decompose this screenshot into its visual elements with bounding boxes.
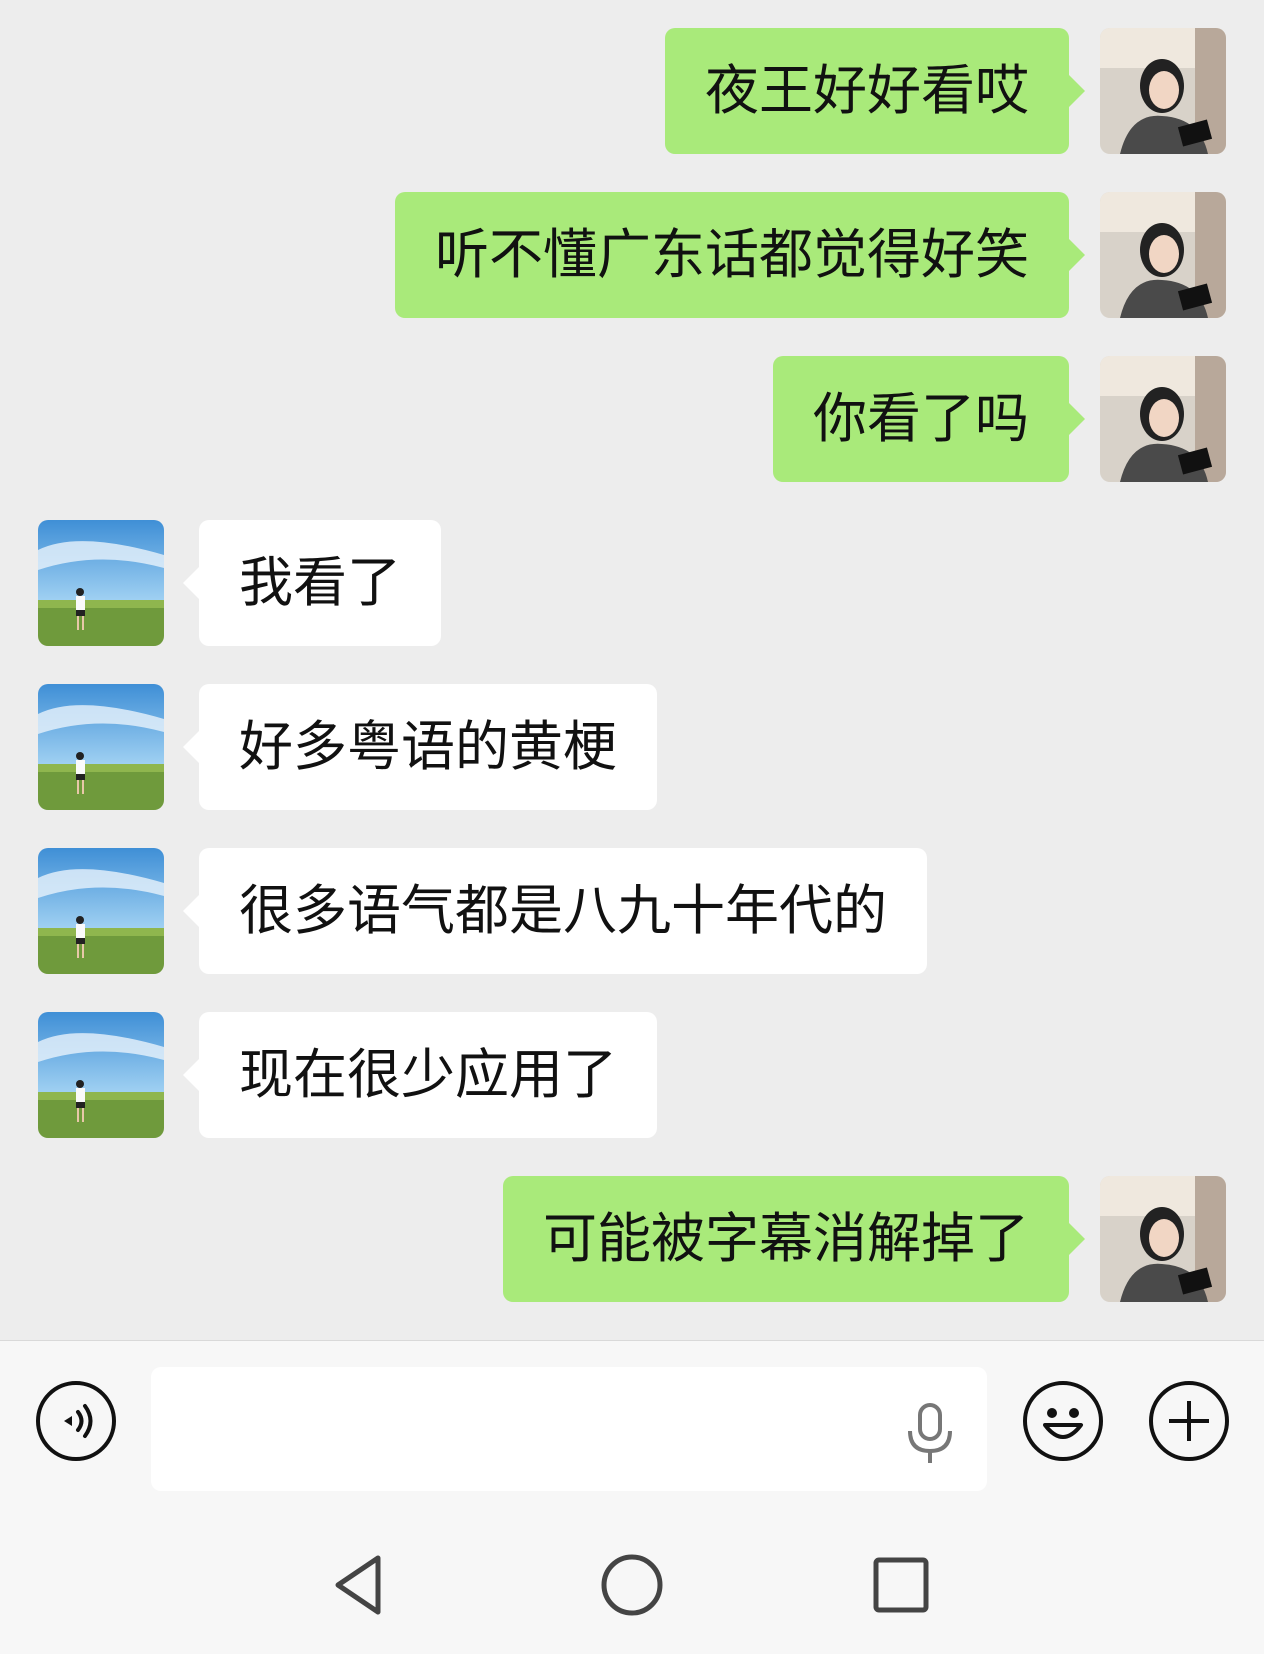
message-incoming: 现在很少应用了 xyxy=(0,1012,1264,1138)
chat-area: 夜王好好看哎 听不懂广东话都觉得好笑 你看了吗 我看了 好多粤语的黄梗 很多语气… xyxy=(0,0,1264,1340)
back-button[interactable] xyxy=(326,1550,396,1620)
contact-avatar[interactable] xyxy=(38,848,164,974)
message-bubble[interactable]: 现在很少应用了 xyxy=(183,1012,657,1138)
message-incoming: 很多语气都是八九十年代的 xyxy=(0,848,1264,974)
emoji-icon xyxy=(1023,1381,1103,1461)
system-nav-bar xyxy=(0,1500,1264,1654)
contact-avatar[interactable] xyxy=(38,520,164,646)
message-incoming: 好多粤语的黄梗 xyxy=(0,684,1264,810)
user-avatar[interactable] xyxy=(1100,192,1226,318)
user-avatar[interactable] xyxy=(1100,28,1226,154)
back-triangle-icon xyxy=(335,1555,381,1615)
recents-square-icon xyxy=(873,1557,929,1613)
home-circle-icon xyxy=(601,1554,663,1616)
more-button[interactable] xyxy=(1147,1379,1231,1463)
message-bubble[interactable]: 夜王好好看哎 xyxy=(665,28,1085,154)
recents-button[interactable] xyxy=(866,1550,936,1620)
message-bubble[interactable]: 听不懂广东话都觉得好笑 xyxy=(395,192,1085,318)
plus-icon xyxy=(1149,1381,1229,1461)
voice-mode-button[interactable] xyxy=(34,1379,118,1463)
user-avatar[interactable] xyxy=(1100,356,1226,482)
user-avatar[interactable] xyxy=(1100,1176,1226,1302)
message-outgoing: 夜王好好看哎 xyxy=(0,28,1264,154)
message-bubble[interactable]: 很多语气都是八九十年代的 xyxy=(183,848,927,974)
microphone-icon xyxy=(908,1403,952,1463)
message-incoming: 我看了 xyxy=(0,520,1264,646)
message-bubble[interactable]: 可能被字幕消解掉了 xyxy=(503,1176,1085,1302)
contact-avatar[interactable] xyxy=(38,684,164,810)
message-input[interactable] xyxy=(151,1367,987,1491)
message-outgoing: 听不懂广东话都觉得好笑 xyxy=(0,192,1264,318)
message-outgoing: 你看了吗 xyxy=(0,356,1264,482)
message-bubble[interactable]: 你看了吗 xyxy=(773,356,1085,482)
microphone-button[interactable] xyxy=(900,1401,960,1467)
message-outgoing: 可能被字幕消解掉了 xyxy=(0,1176,1264,1302)
voice-mode-icon xyxy=(36,1381,116,1461)
contact-avatar[interactable] xyxy=(38,1012,164,1138)
emoji-button[interactable] xyxy=(1021,1379,1105,1463)
message-bubble[interactable]: 好多粤语的黄梗 xyxy=(183,684,657,810)
input-bar xyxy=(0,1340,1264,1501)
message-bubble[interactable]: 我看了 xyxy=(183,520,441,646)
home-button[interactable] xyxy=(597,1550,667,1620)
